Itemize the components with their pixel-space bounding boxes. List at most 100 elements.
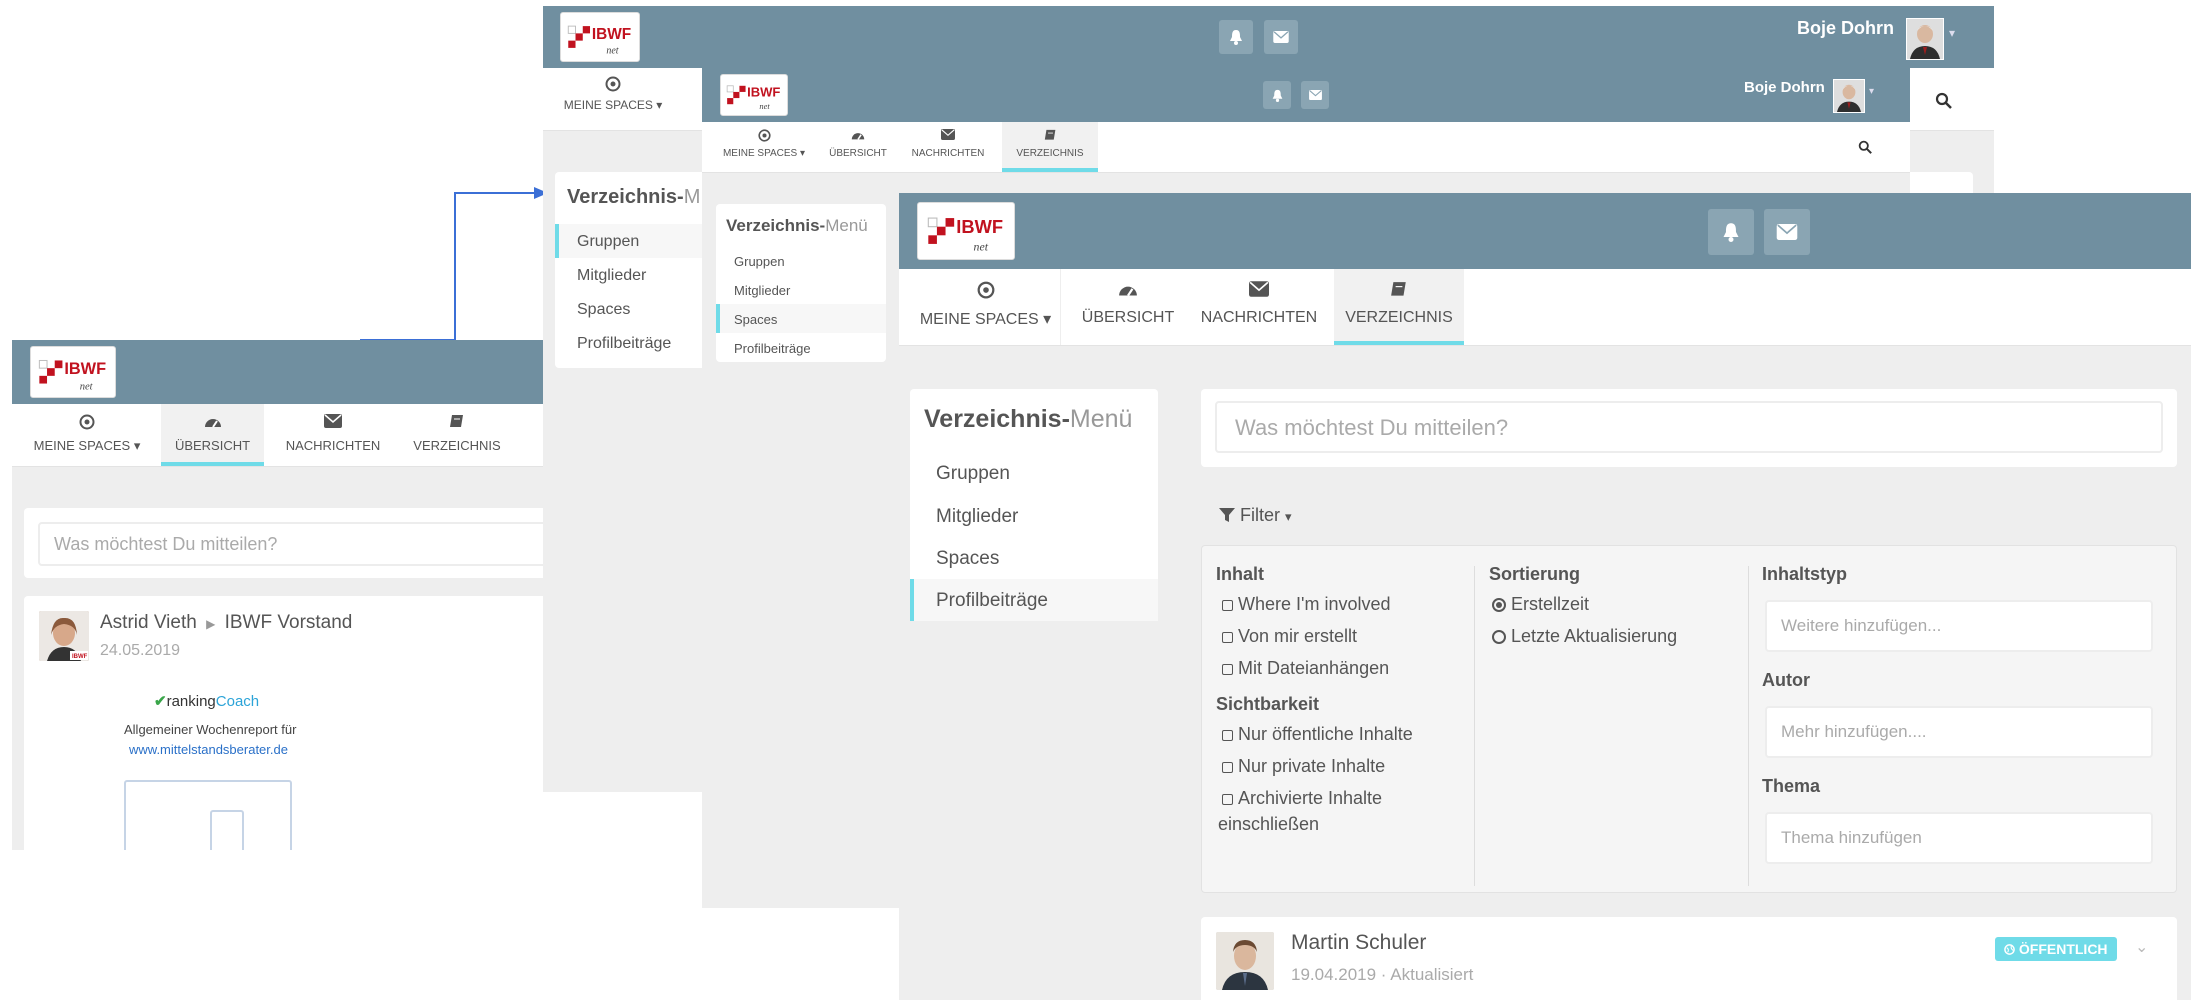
- filter-option[interactable]: Nur öffentliche Inhalte: [1222, 724, 1413, 745]
- directory-menu-item-gruppen[interactable]: Gruppen: [910, 453, 1158, 495]
- radio[interactable]: [1492, 630, 1506, 644]
- filter-sort-heading: Sortierung: [1489, 564, 1581, 584]
- nav-meine-spaces[interactable]: MEINE SPACES ▾: [720, 122, 808, 172]
- nav-ubersicht[interactable]: ÜBERSICHT: [824, 122, 892, 172]
- compose-input[interactable]: Was möchtest Du mitteilen?: [38, 522, 550, 566]
- notifications-button[interactable]: [1708, 209, 1754, 255]
- filter-option[interactable]: Where I'm involved: [1222, 594, 1391, 615]
- messages-button[interactable]: [1764, 209, 1810, 255]
- radio[interactable]: [1492, 598, 1506, 612]
- filter-visibility-heading: Sichtbarkeit: [1216, 694, 1320, 714]
- nav-ubersicht[interactable]: ÜBERSICHT: [1069, 269, 1187, 345]
- filter-panel: Inhalt Where I'm involved Von mir erstel…: [1201, 545, 2177, 893]
- filter-label: Filter: [1240, 505, 1281, 525]
- chevron-down-icon: ▾: [1043, 311, 1052, 328]
- checkbox[interactable]: [1222, 664, 1233, 675]
- messages-button[interactable]: [1264, 20, 1298, 54]
- target-icon: [79, 414, 95, 430]
- nav-label: NACHRICHTEN: [1200, 309, 1318, 326]
- main-nav: MEINE SPACES ▾ ÜBERSICHT NACHRICHTEN VER…: [899, 269, 2191, 346]
- compose-panel: Was möchtest Du mitteilen?: [24, 508, 550, 578]
- rankingcoach-logo: ✔rankingCoach: [154, 693, 260, 710]
- nav-label: ÜBERSICHT: [829, 148, 887, 159]
- envelope-icon: [941, 129, 955, 140]
- post-author[interactable]: Astrid Vieth: [100, 612, 197, 633]
- nav-nachrichten[interactable]: NACHRICHTEN: [278, 404, 388, 466]
- book-icon: [1044, 129, 1055, 140]
- filter-option[interactable]: Archivierte Inhalte: [1222, 788, 1382, 809]
- envelope-icon: [324, 414, 342, 428]
- checkbox[interactable]: [1222, 794, 1233, 805]
- directory-menu-item-profilbeitraege[interactable]: Profilbeiträge: [716, 333, 886, 362]
- main-nav: MEINE SPACES ▾ ÜBERSICHT NACHRICHTEN VER…: [12, 404, 550, 467]
- bell-icon: [1230, 30, 1242, 45]
- window-dashboard: IBWF net MEINE SPACES ▾ ÜBERSICHT NACHRI…: [12, 340, 550, 850]
- dashboard-icon: [1119, 286, 1137, 297]
- nav-verzeichnis[interactable]: VERZEICHNIS: [1334, 269, 1464, 345]
- top-bar: IBWF net: [899, 193, 2191, 269]
- directory-menu-title: Verzeichnis-M: [567, 186, 701, 208]
- checkbox[interactable]: [1222, 600, 1233, 611]
- checkbox[interactable]: [1222, 632, 1233, 643]
- chevron-down-icon[interactable]: ⌄: [2135, 937, 2148, 957]
- nav-ubersicht[interactable]: ÜBERSICHT: [161, 404, 264, 466]
- directory-menu-item-profilbeitraege[interactable]: Profilbeiträge: [910, 579, 1158, 621]
- notifications-button[interactable]: [1263, 81, 1291, 109]
- directory-menu-item-mitglieder[interactable]: Mitglieder: [716, 275, 886, 304]
- nav-nachrichten[interactable]: NACHRICHTEN: [1197, 269, 1321, 345]
- nav-label: NACHRICHTEN: [911, 148, 985, 159]
- envelope-icon: [1249, 281, 1269, 297]
- search-button[interactable]: [1858, 140, 1872, 159]
- top-bar: IBWF net: [12, 340, 550, 404]
- report-link[interactable]: www.mittelstandsberater.de: [129, 742, 288, 757]
- checkbox[interactable]: [1222, 762, 1233, 773]
- user-name[interactable]: Boje Dohrn: [1797, 18, 1894, 39]
- nav-label: NACHRICHTEN: [285, 438, 381, 453]
- notifications-button[interactable]: [1219, 20, 1253, 54]
- envelope-icon: [1776, 224, 1798, 240]
- chevron-down-icon[interactable]: ▾: [1949, 26, 1955, 40]
- nav-verzeichnis[interactable]: VERZEICHNIS: [1002, 122, 1098, 172]
- svg-text:net: net: [759, 101, 770, 111]
- checkbox[interactable]: [1222, 730, 1233, 741]
- author-input[interactable]: Mehr hinzufügen....: [1765, 706, 2153, 758]
- post-author[interactable]: Martin Schuler: [1291, 931, 1426, 955]
- search-button[interactable]: [1935, 92, 1952, 114]
- directory-menu-item-spaces[interactable]: Spaces: [910, 537, 1158, 579]
- user-name[interactable]: Boje Dohrn: [1744, 79, 1825, 96]
- nav-label: MEINE SPACES: [919, 311, 1039, 328]
- content-type-input[interactable]: Weitere hinzufügen...: [1765, 600, 2153, 652]
- sort-option[interactable]: Letzte Aktualisierung: [1492, 626, 1677, 647]
- post-space[interactable]: IBWF Vorstand: [225, 612, 353, 633]
- messages-button[interactable]: [1301, 81, 1329, 109]
- book-icon: [1391, 282, 1406, 296]
- sort-option[interactable]: Erstellzeit: [1492, 594, 1589, 615]
- filter-option[interactable]: Von mir erstellt: [1222, 626, 1357, 647]
- filter-toggle[interactable]: Filter ▾: [1219, 505, 1292, 526]
- bell-icon: [1272, 89, 1282, 102]
- nav-meine-spaces[interactable]: MEINE SPACES ▾: [911, 269, 1061, 345]
- filter-option[interactable]: Nur private Inhalte: [1222, 756, 1385, 777]
- top-bar: IBWF net Boje Dohrn ▾: [702, 68, 1910, 122]
- svg-text:IBWF: IBWF: [592, 26, 631, 43]
- nav-nachrichten[interactable]: NACHRICHTEN: [904, 122, 992, 172]
- compose-input[interactable]: Was möchtest Du mitteilen?: [1215, 401, 2163, 453]
- filter-option[interactable]: Mit Dateianhängen: [1222, 658, 1389, 679]
- chevron-down-icon[interactable]: ▾: [1869, 86, 1874, 97]
- post-date: 24.05.2019: [100, 642, 181, 659]
- topic-input[interactable]: Thema hinzufügen: [1765, 812, 2153, 864]
- user-avatar[interactable]: [1906, 18, 1944, 60]
- nav-meine-spaces[interactable]: MEINE SPACES ▾: [32, 404, 142, 466]
- avatar: [1215, 931, 1275, 991]
- nav-meine-spaces[interactable]: MEINE SPACES ▾: [558, 68, 668, 130]
- svg-text:net: net: [80, 381, 94, 392]
- directory-menu-item-spaces[interactable]: Spaces: [716, 304, 886, 333]
- search-icon: [1935, 92, 1952, 109]
- filter-divider: [1748, 566, 1749, 886]
- directory-menu: Verzeichnis-Menü Gruppen Mitglieder Spac…: [910, 389, 1158, 621]
- user-avatar[interactable]: [1833, 79, 1865, 113]
- directory-menu-item-mitglieder[interactable]: Mitglieder: [910, 495, 1158, 537]
- nav-verzeichnis[interactable]: VERZEICHNIS: [402, 404, 512, 466]
- directory-menu-item-gruppen[interactable]: Gruppen: [716, 246, 886, 275]
- report-preview-inner: [210, 810, 244, 850]
